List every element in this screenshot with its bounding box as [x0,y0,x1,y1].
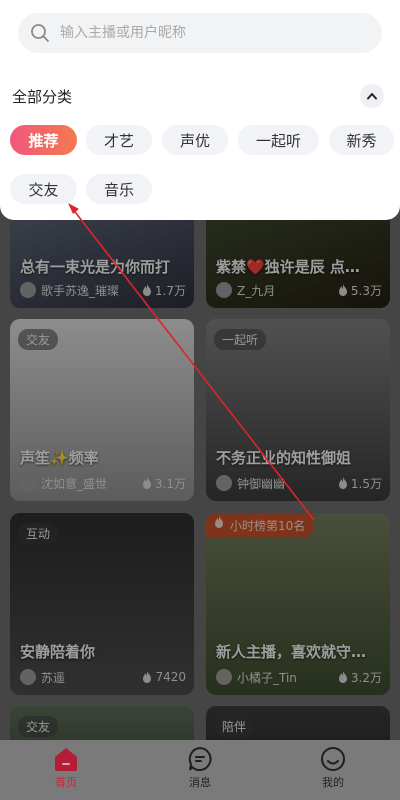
category-chip-talent[interactable]: 才艺 [86,125,152,155]
bottom-tab-bar: 首页 消息 我的 [0,740,400,800]
home-icon [55,748,77,771]
tab-label: 我的 [322,776,344,789]
category-chip-voice[interactable]: 声优 [162,125,228,155]
category-chip-social[interactable]: 交友 [10,174,77,204]
chevron-up-icon [367,93,377,100]
section-title: 全部分类 [12,88,73,106]
smiley-icon [321,747,345,771]
chat-bubble-icon [188,746,212,771]
category-panel: 全部分类 推荐 才艺 声优 一起听 新秀 交友 音乐 [0,0,400,220]
tab-label: 消息 [189,776,211,789]
tab-label: 首页 [55,776,77,789]
search-input[interactable] [58,24,362,42]
category-chip-newcomer[interactable]: 新秀 [329,125,394,155]
search-icon [31,24,49,42]
tab-messages[interactable]: 消息 [160,746,240,790]
category-chip-music[interactable]: 音乐 [86,174,152,204]
collapse-button[interactable] [360,84,384,108]
category-chip-listen-together[interactable]: 一起听 [238,125,319,155]
category-chip-recommend[interactable]: 推荐 [10,125,77,155]
tab-profile[interactable]: 我的 [293,746,373,790]
tab-home[interactable]: 首页 [26,746,106,790]
search-bar[interactable] [18,13,382,53]
